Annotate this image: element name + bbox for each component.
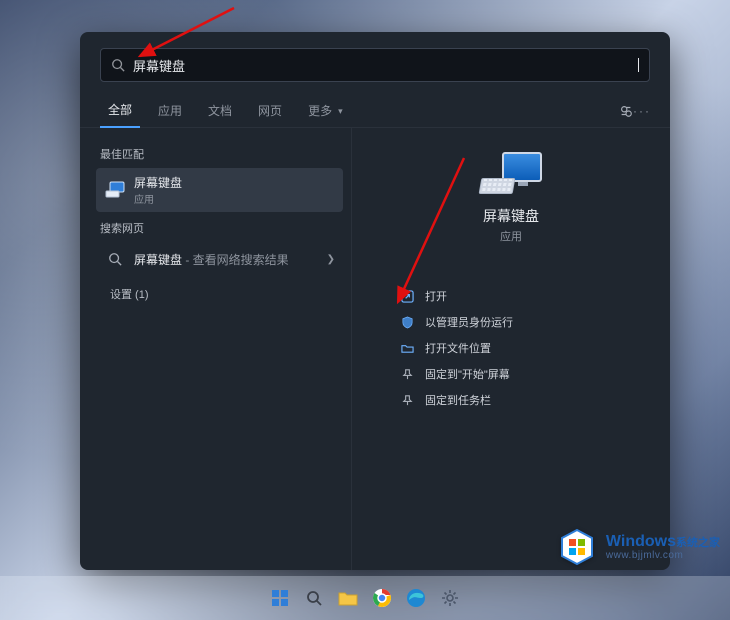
settings-group[interactable]: 设置 (1) [102,282,343,306]
results-body: 最佳匹配 屏幕键盘 应用 搜索网页 [80,128,670,570]
folder-icon [400,341,415,356]
web-search-result[interactable]: 屏幕键盘 - 查看网络搜索结果 ❯ [96,242,343,276]
app-title: 屏幕键盘 [483,206,539,226]
tab-docs[interactable]: 文档 [200,94,240,128]
actions-list: 打开 以管理员身份运行 打开文件位置 [360,288,662,408]
tabs-row: 全部 应用 文档 网页 更多 ··· [80,94,670,128]
watermark-logo-icon [556,526,598,568]
best-match-result[interactable]: 屏幕键盘 应用 [96,168,343,212]
watermark-text: Windows系统之家 www.bjjmlv.com [606,533,720,562]
taskbar-start[interactable] [267,585,293,611]
chevron-right-icon: ❯ [327,254,335,265]
taskbar-edge[interactable] [403,585,429,611]
action-open[interactable]: 打开 [400,288,644,304]
taskbar-chrome[interactable] [369,585,395,611]
action-label: 以管理员身份运行 [425,314,513,330]
best-match-title: 屏幕键盘 [134,174,182,191]
tab-apps[interactable]: 应用 [150,94,190,128]
osk-app-icon [104,179,126,201]
app-category: 应用 [500,228,522,244]
admin-icon [400,315,415,330]
web-search-label: 搜索网页 [100,220,345,236]
pin-start-icon [400,367,415,382]
tab-more[interactable]: 更多 [300,94,351,128]
search-input[interactable] [133,58,640,73]
app-hero: 屏幕键盘 应用 [480,146,542,244]
action-open-location[interactable]: 打开文件位置 [400,340,644,356]
tab-web[interactable]: 网页 [250,94,290,128]
best-match-label: 最佳匹配 [100,146,345,162]
account-sync-icon[interactable] [618,103,634,119]
search-icon [104,248,126,270]
action-label: 打开 [425,288,447,304]
taskbar-settings[interactable] [437,585,463,611]
pin-taskbar-icon [400,393,415,408]
search-window: 全部 应用 文档 网页 更多 ··· 最佳匹配 屏幕键盘 应用 [80,32,670,570]
osk-hero-icon [480,146,542,194]
taskbar-explorer[interactable] [335,585,361,611]
results-left-column: 最佳匹配 屏幕键盘 应用 搜索网页 [80,128,352,570]
results-right-column: 屏幕键盘 应用 打开 以管理员身份运行 [352,128,670,570]
action-label: 打开文件位置 [425,340,491,356]
tab-all[interactable]: 全部 [100,94,140,128]
text-caret [638,58,639,72]
taskbar [0,576,730,620]
taskbar-search[interactable] [301,585,327,611]
action-label: 固定到"开始"屏幕 [425,366,510,382]
action-run-admin[interactable]: 以管理员身份运行 [400,314,644,330]
overflow-menu-icon[interactable]: ··· [634,103,650,119]
watermark: Windows系统之家 www.bjjmlv.com [556,526,720,568]
action-label: 固定到任务栏 [425,392,491,408]
search-icon [111,58,125,72]
best-match-subtitle: 应用 [134,191,182,206]
action-pin-start[interactable]: 固定到"开始"屏幕 [400,366,644,382]
search-bar[interactable] [100,48,650,82]
action-pin-taskbar[interactable]: 固定到任务栏 [400,392,644,408]
web-result-text: 屏幕键盘 - 查看网络搜索结果 [134,251,289,268]
open-icon [400,289,415,304]
